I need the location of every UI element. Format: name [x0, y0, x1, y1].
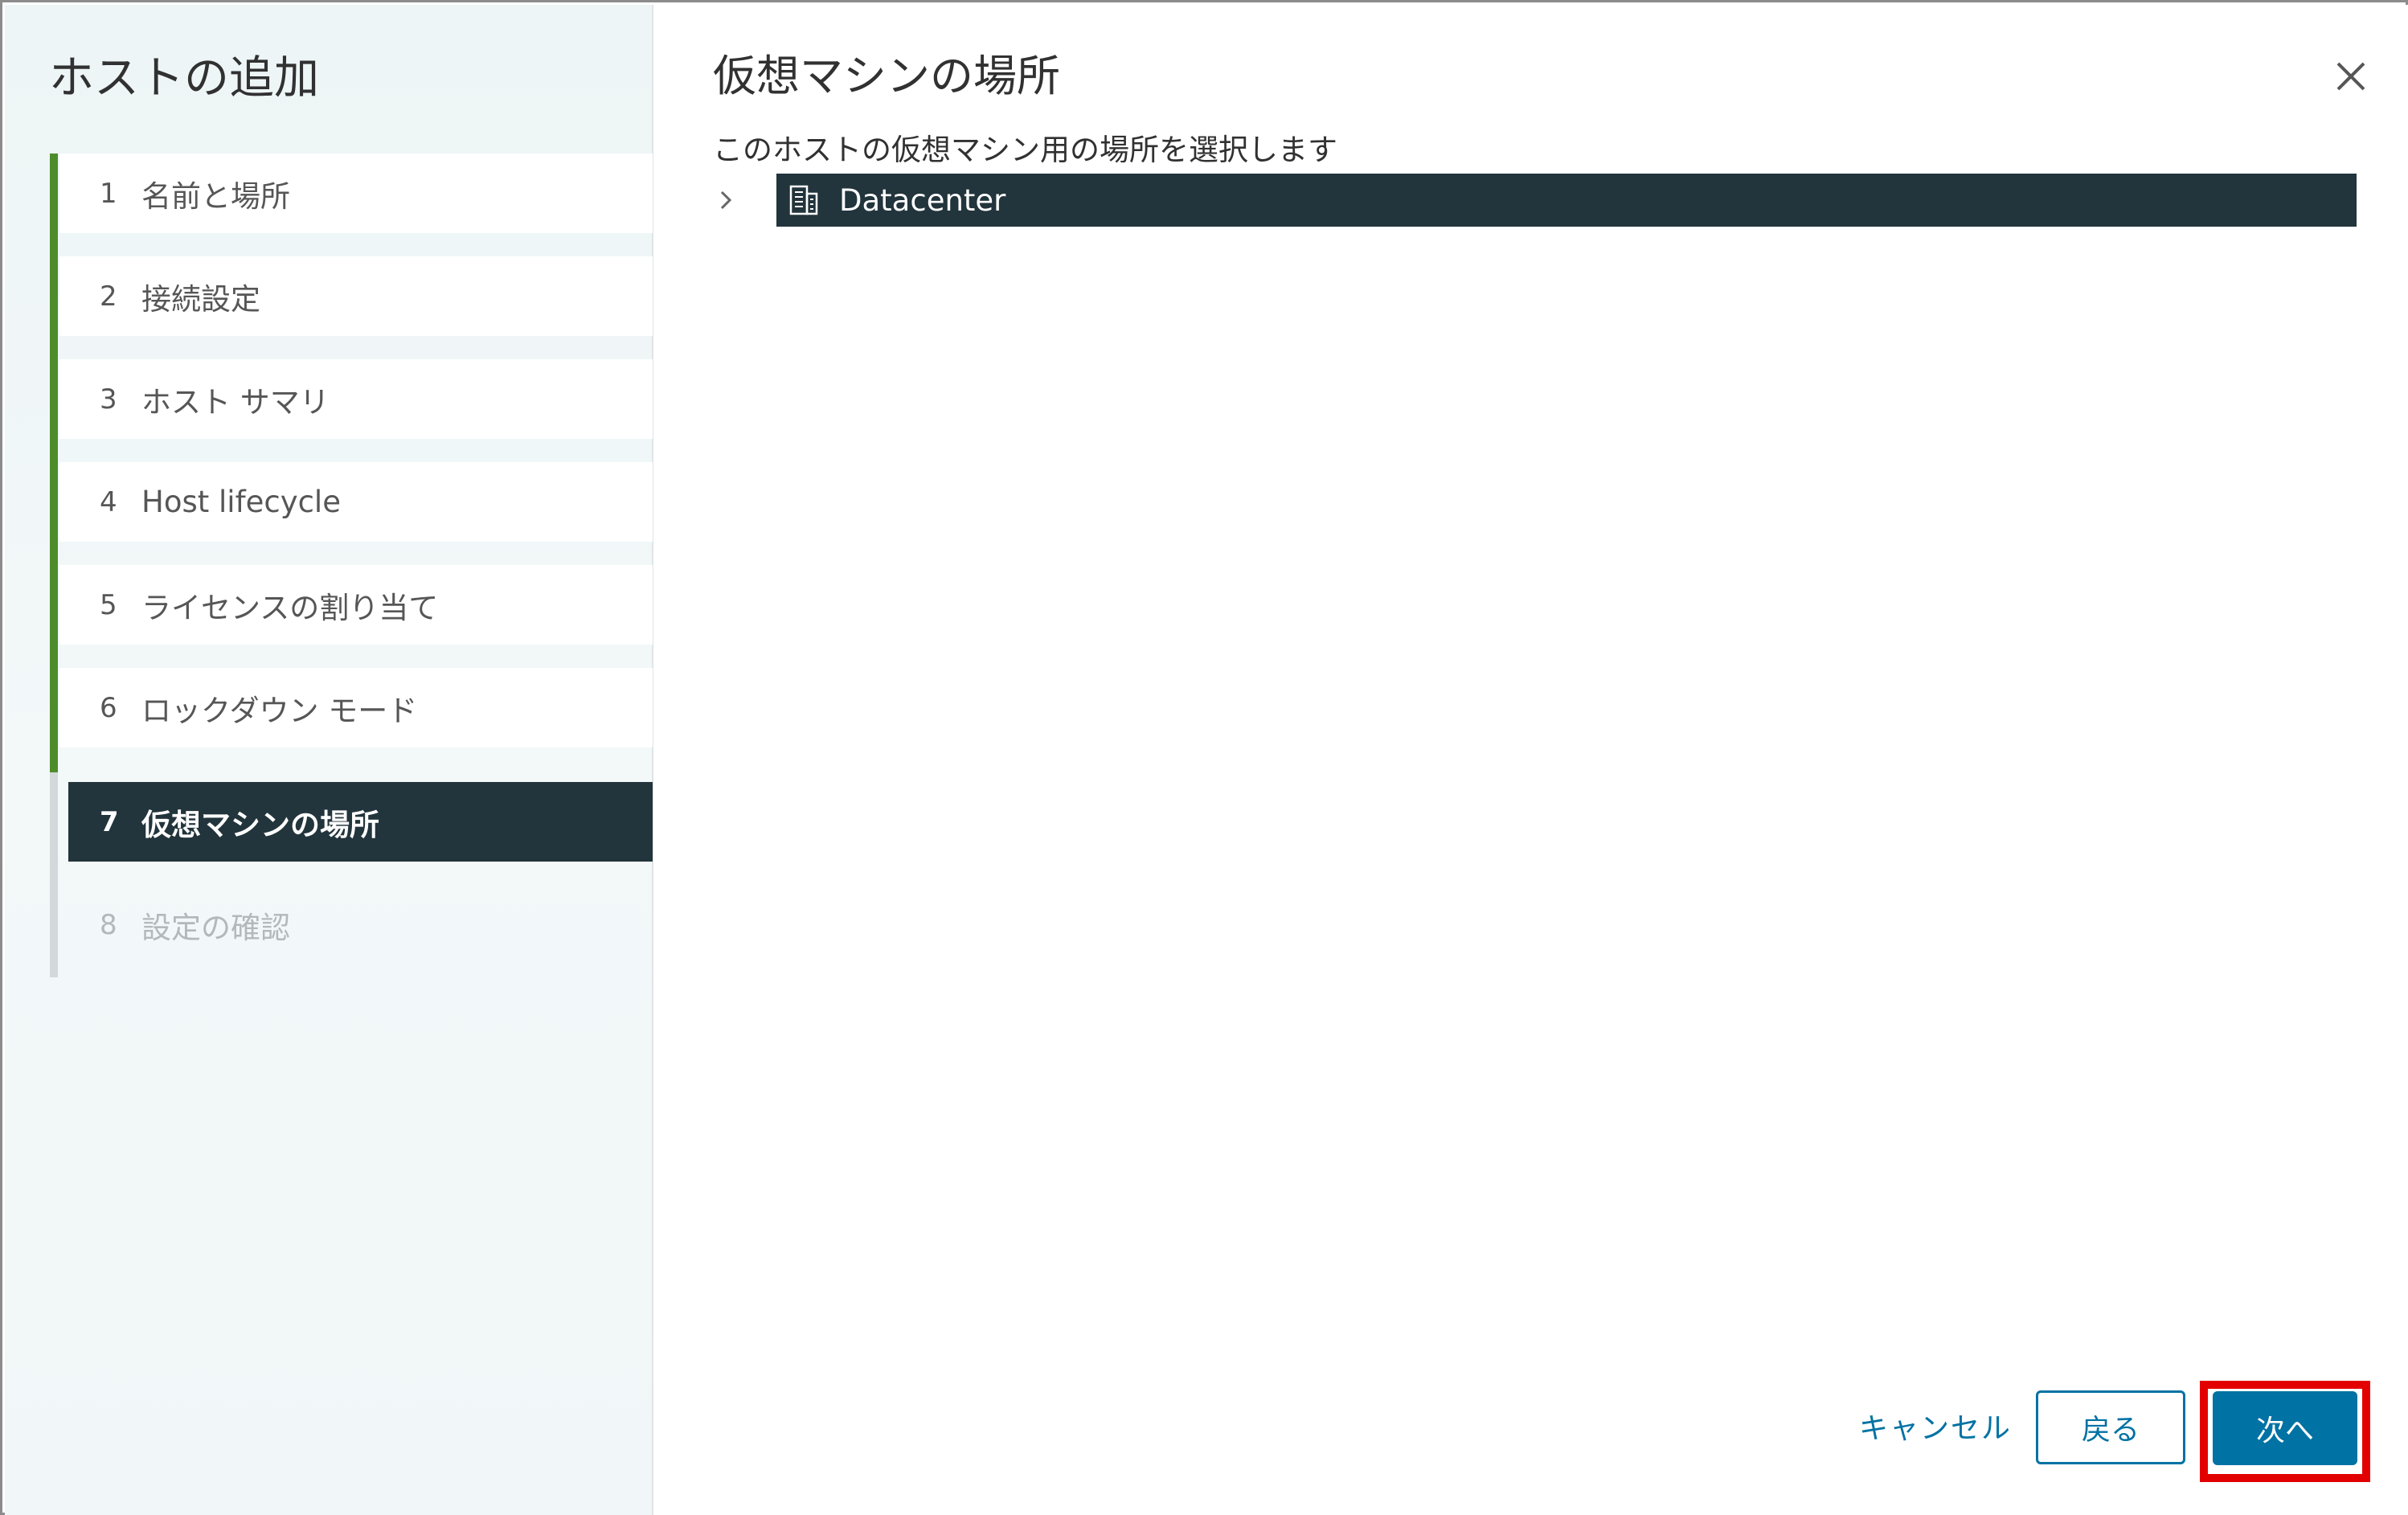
tree-expander[interactable]: [710, 174, 742, 227]
step-number: 1: [100, 177, 117, 210]
page-description: このホストの仮想マシン用の場所を選択します: [713, 133, 1337, 167]
step-label: ホスト サマリ: [141, 384, 330, 420]
wizard-title: ホストの追加: [49, 52, 319, 104]
step-vm-location[interactable]: 7 仮想マシンの場所: [68, 782, 653, 862]
datacenter-icon: [789, 185, 818, 215]
back-button[interactable]: 戻る: [2036, 1390, 2185, 1464]
step-label: Host lifecycle: [141, 485, 341, 519]
step-host-summary[interactable]: 3 ホスト サマリ: [59, 359, 653, 439]
step-label: 名前と場所: [141, 178, 290, 214]
step-assign-license[interactable]: 5 ライセンスの割り当て: [59, 565, 653, 645]
cancel-button[interactable]: キャンセル: [1859, 1386, 2012, 1466]
wizard-content: 仮想マシンの場所 このホストの仮想マシン用の場所を選択します Datacente…: [653, 5, 2408, 1515]
step-number: 4: [100, 485, 117, 518]
step-number: 3: [100, 383, 117, 416]
step-host-lifecycle[interactable]: 4 Host lifecycle: [59, 462, 653, 542]
step-label: ロックダウン モード: [141, 693, 418, 728]
step-number: 8: [100, 908, 117, 941]
close-icon: [2336, 62, 2365, 91]
step-review-settings: 8 設定の確認: [59, 885, 653, 964]
tree-node-datacenter[interactable]: Datacenter: [776, 174, 2357, 227]
tree-node-label: Datacenter: [839, 182, 1006, 218]
step-name-and-location[interactable]: 1 名前と場所: [59, 154, 653, 233]
step-number: 5: [100, 588, 117, 621]
location-tree: Datacenter: [710, 174, 2365, 227]
step-label: 接続設定: [141, 281, 260, 317]
step-label: 設定の確認: [141, 910, 290, 945]
step-number: 7: [100, 805, 119, 838]
step-label: 仮想マシンの場所: [141, 807, 379, 842]
next-button[interactable]: 次へ: [2213, 1391, 2357, 1465]
step-number: 2: [100, 280, 117, 313]
close-button[interactable]: [2333, 59, 2369, 94]
page-title: 仮想マシンの場所: [713, 51, 1060, 101]
step-label: ライセンスの割り当て: [141, 590, 439, 625]
step-connection-settings[interactable]: 2 接続設定: [59, 256, 653, 336]
step-lockdown-mode[interactable]: 6 ロックダウン モード: [59, 668, 653, 747]
step-number: 6: [100, 691, 117, 724]
chevron-right-icon: [720, 190, 732, 210]
wizard-sidebar: ホストの追加 1 名前と場所 2 接続設定 3 ホスト サマリ 4 Host l…: [5, 5, 653, 1515]
add-host-wizard-dialog: ホストの追加 1 名前と場所 2 接続設定 3 ホスト サマリ 4 Host l…: [0, 0, 2408, 1515]
progress-indicator: [50, 154, 58, 772]
